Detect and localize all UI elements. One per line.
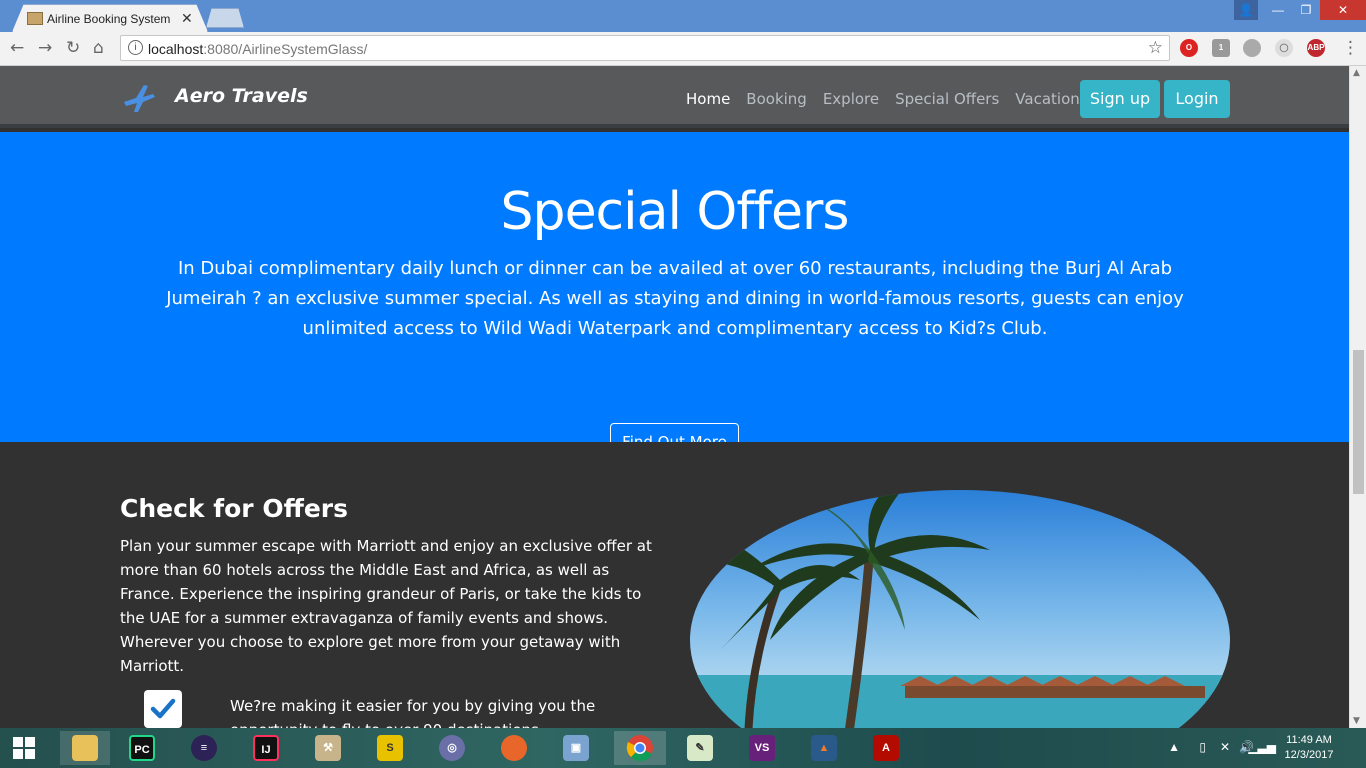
hero-title: Special Offers bbox=[500, 182, 850, 242]
browser-tab[interactable]: Airline Booking System ✕ bbox=[12, 4, 208, 32]
site-info-icon[interactable]: i bbox=[128, 40, 143, 55]
login-button[interactable]: Login bbox=[1164, 80, 1230, 118]
clock[interactable]: 11:49 AM 12/3/2017 bbox=[1274, 733, 1344, 763]
scrollbar-thumb[interactable] bbox=[1353, 350, 1364, 494]
clock-date: 12/3/2017 bbox=[1284, 749, 1334, 761]
nav-special-offers[interactable]: Special Offers bbox=[895, 90, 999, 108]
menu-kebab-icon[interactable]: ⋮ bbox=[1342, 38, 1359, 58]
profile-icon[interactable]: 👤 bbox=[1234, 0, 1258, 20]
intellij-icon[interactable]: IJ bbox=[246, 731, 286, 765]
nav-vacations[interactable]: Vacations bbox=[1015, 90, 1087, 108]
extension-circle-icon[interactable]: ◯ bbox=[1275, 39, 1293, 57]
web-page: Aero Travels Home Booking Explore Specia… bbox=[0, 66, 1349, 728]
acrobat-icon[interactable]: A bbox=[866, 731, 906, 765]
page-favicon-icon bbox=[27, 12, 43, 25]
tab-title: Airline Booking System bbox=[47, 12, 171, 26]
network-error-icon[interactable]: ✕ bbox=[1220, 740, 1230, 754]
eclipse-icon[interactable]: ≡ bbox=[184, 731, 224, 765]
chrome-icon[interactable] bbox=[614, 731, 666, 765]
nav-booking[interactable]: Booking bbox=[746, 90, 807, 108]
virtualbox-icon[interactable]: ▣ bbox=[556, 731, 596, 765]
minimize-icon[interactable]: — bbox=[1264, 0, 1292, 20]
url-text: localhost:8080/AirlineSystemGlass/ bbox=[148, 41, 368, 57]
pycharm-icon[interactable]: PC bbox=[122, 731, 162, 765]
special-offers-hero: Special Offers In Dubai complimentary da… bbox=[0, 132, 1349, 461]
site-navbar: Aero Travels Home Booking Explore Specia… bbox=[0, 66, 1349, 128]
home-icon[interactable]: ⌂ bbox=[93, 38, 104, 58]
browser-toolbar: ← → ↻ ⌂ i localhost:8080/AirlineSystemGl… bbox=[0, 32, 1366, 66]
window-controls: 👤 — ❐ ✕ bbox=[1234, 0, 1366, 20]
browser-tabstrip: Airline Booking System ✕ 👤 — ❐ ✕ bbox=[0, 0, 1366, 32]
sublime-icon[interactable]: S bbox=[370, 731, 410, 765]
notepad-icon[interactable]: ✎ bbox=[680, 731, 720, 765]
nav-links: Home Booking Explore Special Offers Vaca… bbox=[686, 90, 1088, 108]
scroll-up-icon[interactable]: ▲ bbox=[1353, 68, 1360, 78]
offers-bullet-text: We?re making it easier for you by giving… bbox=[230, 697, 596, 728]
windows-taskbar: PC ≡ IJ ⚒ S ◎ ▣ ✎ VS ▲ A ▲ ▯ ✕ 🔊 ▁▃▅ 11:… bbox=[0, 728, 1366, 768]
new-tab-button[interactable] bbox=[206, 8, 244, 28]
airplane-icon bbox=[124, 85, 155, 112]
tools-icon[interactable]: ⚒ bbox=[308, 731, 348, 765]
file-explorer-icon[interactable] bbox=[60, 731, 110, 765]
offers-text: Plan your summer escape with Marriott an… bbox=[120, 537, 652, 675]
visual-studio-icon[interactable]: VS bbox=[742, 731, 782, 765]
back-icon[interactable]: ← bbox=[10, 38, 24, 58]
firefox-icon[interactable] bbox=[494, 731, 534, 765]
matlab-icon[interactable]: ▲ bbox=[804, 731, 844, 765]
brand-name[interactable]: Aero Travels bbox=[175, 85, 308, 107]
device-icon[interactable]: ▯ bbox=[1199, 740, 1206, 754]
scroll-down-icon[interactable]: ▼ bbox=[1353, 716, 1360, 726]
adblock-plus-icon[interactable]: ABP bbox=[1307, 39, 1325, 57]
clock-time: 11:49 AM bbox=[1286, 734, 1332, 746]
page-scrollbar[interactable]: ▲ ▼ bbox=[1349, 66, 1366, 728]
restore-icon[interactable]: ❐ bbox=[1292, 0, 1320, 20]
shield-extension-icon[interactable]: 1 bbox=[1212, 39, 1230, 57]
checkmark-icon bbox=[144, 690, 182, 728]
nav-home[interactable]: Home bbox=[686, 90, 730, 108]
nav-explore[interactable]: Explore bbox=[823, 90, 879, 108]
close-tab-icon[interactable]: ✕ bbox=[181, 10, 193, 27]
offers-title: Check for Offers bbox=[120, 494, 349, 523]
bookmark-star-icon[interactable]: ☆ bbox=[1148, 38, 1163, 58]
reload-icon[interactable]: ↻ bbox=[66, 38, 80, 58]
hero-text: In Dubai complimentary daily lunch or di… bbox=[166, 258, 1184, 339]
kodi-icon[interactable]: ◎ bbox=[432, 731, 472, 765]
extension-icon[interactable] bbox=[1243, 39, 1261, 57]
start-icon[interactable] bbox=[4, 731, 44, 765]
signup-button[interactable]: Sign up bbox=[1080, 80, 1160, 118]
close-window-icon[interactable]: ✕ bbox=[1320, 0, 1366, 20]
forward-icon[interactable]: → bbox=[38, 38, 52, 58]
address-bar[interactable]: i localhost:8080/AirlineSystemGlass/ ☆ bbox=[120, 35, 1170, 61]
tray-expand-icon[interactable]: ▲ bbox=[1168, 740, 1180, 754]
opera-icon[interactable]: O bbox=[1180, 39, 1198, 57]
signal-icon[interactable]: ▁▃▅ bbox=[1248, 740, 1276, 754]
